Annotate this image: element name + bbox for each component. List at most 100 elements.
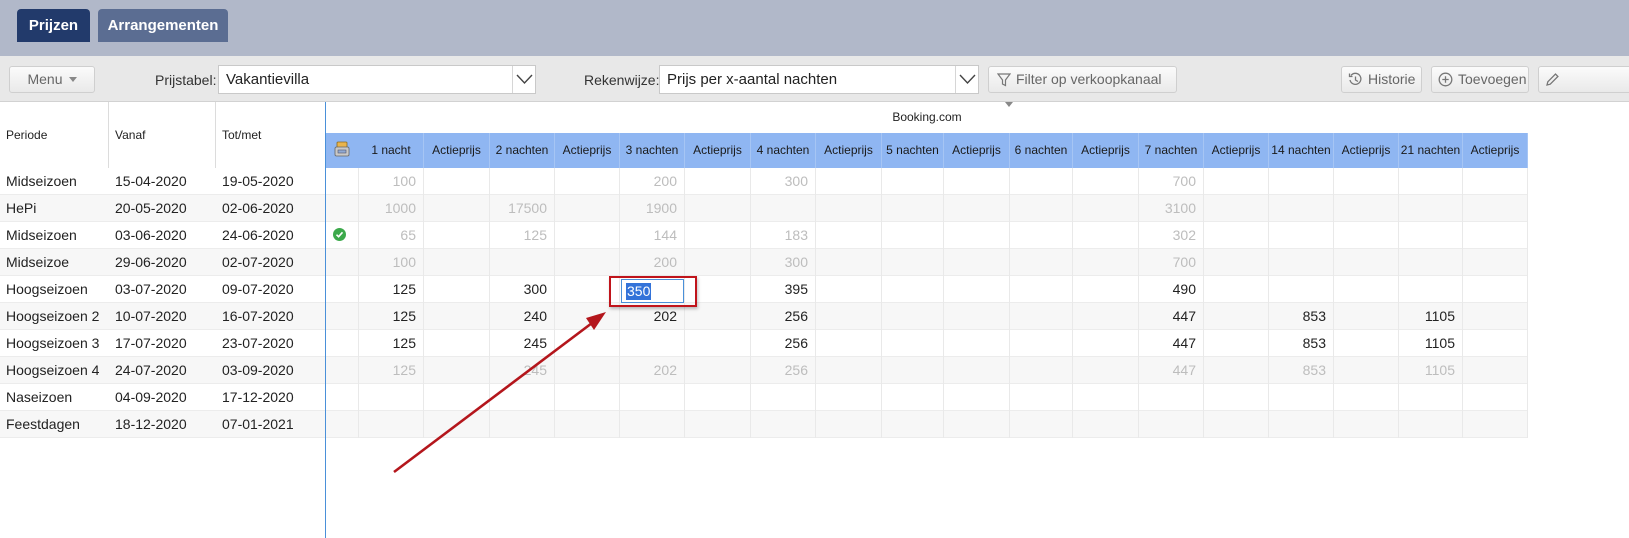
price-cell[interactable] — [685, 330, 751, 357]
price-cell[interactable] — [1139, 411, 1204, 438]
price-cell[interactable] — [1334, 222, 1399, 249]
period-totmet-cell[interactable]: 16-07-2020 — [216, 303, 325, 330]
price-cell[interactable] — [555, 168, 620, 195]
price-cell[interactable] — [882, 195, 944, 222]
price-cell[interactable] — [424, 222, 490, 249]
period-totmet-cell[interactable]: 07-01-2021 — [216, 411, 325, 438]
price-cell[interactable] — [944, 249, 1010, 276]
price-cell[interactable] — [1010, 168, 1073, 195]
price-cell[interactable]: 700 — [1139, 168, 1204, 195]
price-cell[interactable] — [1073, 303, 1139, 330]
price-cell[interactable] — [1334, 357, 1399, 384]
price-cell[interactable]: 125 — [490, 222, 555, 249]
price-cell[interactable] — [1269, 249, 1334, 276]
price-cell[interactable] — [1073, 222, 1139, 249]
tab-prijzen[interactable]: Prijzen — [17, 9, 90, 42]
column-header[interactable]: 21 nachten — [1399, 133, 1463, 168]
chevron-down-icon[interactable] — [955, 66, 978, 93]
price-cell[interactable] — [685, 357, 751, 384]
period-row[interactable]: Midseizoe 29-06-2020 02-07-2020 — [0, 249, 325, 276]
price-cell[interactable] — [1073, 195, 1139, 222]
period-periode-cell[interactable]: Naseizoen — [0, 384, 108, 411]
price-cell[interactable] — [1463, 168, 1528, 195]
price-cell[interactable] — [685, 411, 751, 438]
price-cell[interactable] — [620, 384, 685, 411]
price-cell[interactable] — [685, 384, 751, 411]
price-cell[interactable]: 1105 — [1399, 357, 1463, 384]
period-totmet-cell[interactable]: 09-07-2020 — [216, 276, 325, 303]
period-vanaf-cell[interactable]: 04-09-2020 — [109, 384, 215, 411]
price-cell[interactable] — [1073, 249, 1139, 276]
price-cell[interactable] — [1334, 168, 1399, 195]
price-cell[interactable] — [751, 411, 816, 438]
price-cell[interactable] — [1204, 249, 1269, 276]
column-header[interactable]: 14 nachten — [1269, 133, 1334, 168]
price-cell[interactable] — [685, 195, 751, 222]
price-cell[interactable] — [1204, 330, 1269, 357]
price-cell[interactable] — [1463, 384, 1528, 411]
price-cell[interactable] — [944, 384, 1010, 411]
price-cell[interactable] — [1463, 411, 1528, 438]
price-cell[interactable] — [1010, 303, 1073, 330]
price-cell[interactable] — [816, 222, 882, 249]
price-cell[interactable] — [1010, 384, 1073, 411]
price-cell[interactable]: 65 — [359, 222, 424, 249]
price-cell[interactable]: 490 — [1139, 276, 1204, 303]
price-cell[interactable] — [620, 330, 685, 357]
price-cell[interactable]: 447 — [1139, 303, 1204, 330]
price-cell[interactable] — [1139, 384, 1204, 411]
price-cell[interactable] — [1463, 249, 1528, 276]
period-periode-cell[interactable]: Hoogseizoen 3 — [0, 330, 108, 357]
price-cell[interactable] — [1073, 384, 1139, 411]
price-cell[interactable] — [944, 222, 1010, 249]
price-cell[interactable] — [1334, 249, 1399, 276]
price-cell[interactable] — [1334, 303, 1399, 330]
price-cell[interactable] — [685, 222, 751, 249]
filter-verkoopkanaal-button[interactable]: Filter op verkoopkanaal — [988, 66, 1177, 107]
price-cell[interactable] — [882, 303, 944, 330]
period-row[interactable]: HePi 20-05-2020 02-06-2020 — [0, 195, 325, 222]
price-cell[interactable] — [882, 168, 944, 195]
price-cell[interactable] — [1334, 195, 1399, 222]
price-cell[interactable] — [1334, 411, 1399, 438]
price-cell[interactable] — [424, 249, 490, 276]
price-cell[interactable] — [882, 330, 944, 357]
period-vanaf-cell[interactable]: 03-06-2020 — [109, 222, 215, 249]
column-header[interactable]: 6 nachten — [1010, 133, 1073, 168]
column-header[interactable]: 2 nachten — [490, 133, 555, 168]
column-header[interactable]: Actieprijs — [1334, 133, 1399, 168]
price-cell[interactable] — [685, 168, 751, 195]
price-cell[interactable] — [816, 276, 882, 303]
price-cell[interactable] — [1399, 168, 1463, 195]
tab-arrangementen[interactable]: Arrangementen — [98, 9, 228, 42]
period-periode-cell[interactable]: Midseizoen — [0, 222, 108, 249]
period-row[interactable]: Hoogseizoen 3 17-07-2020 23-07-2020 — [0, 330, 325, 357]
price-cell[interactable] — [816, 411, 882, 438]
price-cell[interactable]: 1900 — [620, 195, 685, 222]
price-cell[interactable] — [1463, 222, 1528, 249]
price-cell[interactable] — [1463, 276, 1528, 303]
period-row[interactable]: Hoogseizoen 4 24-07-2020 03-09-2020 — [0, 357, 325, 384]
column-header[interactable]: 5 nachten — [882, 133, 944, 168]
period-totmet-cell[interactable]: 02-07-2020 — [216, 249, 325, 276]
price-cell[interactable] — [620, 411, 685, 438]
price-cell[interactable] — [1269, 168, 1334, 195]
price-cell[interactable] — [1399, 249, 1463, 276]
price-cell[interactable] — [1010, 330, 1073, 357]
price-cell[interactable]: 17500 — [490, 195, 555, 222]
price-cell[interactable] — [1073, 276, 1139, 303]
price-cell[interactable] — [1010, 357, 1073, 384]
price-cell[interactable]: 302 — [1139, 222, 1204, 249]
price-cell[interactable] — [1463, 303, 1528, 330]
price-cell[interactable]: 144 — [620, 222, 685, 249]
price-cell[interactable] — [944, 357, 1010, 384]
price-cell[interactable]: 3100 — [1139, 195, 1204, 222]
period-periode-cell[interactable]: HePi — [0, 195, 108, 222]
price-cell[interactable]: 447 — [1139, 357, 1204, 384]
period-totmet-cell[interactable]: 19-05-2020 — [216, 168, 325, 195]
price-cell[interactable] — [1269, 195, 1334, 222]
period-periode-cell[interactable]: Feestdagen — [0, 411, 108, 438]
price-cell[interactable]: 200 — [620, 168, 685, 195]
price-cell[interactable] — [1010, 249, 1073, 276]
price-cell[interactable] — [1399, 222, 1463, 249]
